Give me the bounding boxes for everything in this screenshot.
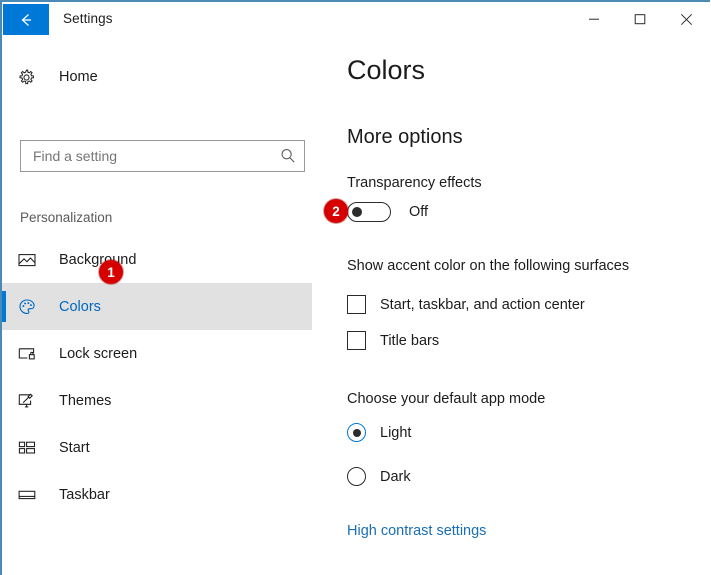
search-icon[interactable] (279, 147, 297, 165)
back-button[interactable] (3, 4, 49, 35)
settings-window: Settings Home Find a setting Personaliza… (0, 0, 711, 575)
maximize-button[interactable] (617, 4, 663, 34)
transparency-effects-row: Off (347, 202, 428, 222)
transparency-effects-label: Transparency effects (347, 175, 482, 191)
content-pane: Colors More options Transparency effects… (332, 36, 710, 575)
sidebar-section-label: Personalization (20, 210, 113, 225)
sidebar-item-label: Start (59, 439, 90, 456)
annotation-badge-1: 1 (99, 260, 123, 284)
radio-label: Dark (380, 468, 411, 485)
transparency-effects-state: Off (409, 204, 429, 220)
sidebar-item-home[interactable]: Home (2, 59, 312, 95)
sidebar-home-label: Home (59, 69, 98, 85)
sidebar-item-label: Background (59, 251, 137, 268)
sidebar-item-lock-screen[interactable]: Lock screen (2, 330, 312, 377)
sidebar-item-label: Lock screen (59, 345, 138, 362)
minimize-icon (588, 13, 600, 25)
sidebar-item-start[interactable]: Start (2, 424, 312, 471)
window-title: Settings (63, 11, 113, 26)
checkbox-row-title-bars[interactable]: Title bars (347, 331, 439, 350)
picture-icon (17, 250, 43, 270)
checkbox-title-bars[interactable] (347, 331, 366, 350)
high-contrast-settings-link[interactable]: High contrast settings (347, 523, 486, 539)
search-box[interactable] (20, 140, 305, 172)
radio-light[interactable] (347, 423, 366, 442)
title-bar: Settings (2, 0, 710, 36)
sidebar-item-themes[interactable]: Themes (2, 377, 312, 424)
radio-row-dark[interactable]: Dark (347, 467, 411, 486)
close-button[interactable] (663, 4, 709, 34)
sidebar-item-colors[interactable]: Colors (2, 283, 312, 330)
sidebar-item-label: Taskbar (59, 486, 110, 503)
annotation-badge-2: 2 (324, 199, 348, 223)
page-title: Colors (347, 55, 426, 85)
radio-dark[interactable] (347, 467, 366, 486)
brush-monitor-icon (17, 391, 43, 411)
search-input[interactable] (21, 141, 273, 171)
maximize-icon (634, 13, 646, 25)
sidebar-item-background[interactable]: Background (2, 236, 312, 283)
accent-surfaces-heading: Show accent color on the following surfa… (347, 258, 630, 274)
more-options-heading: More options (347, 126, 463, 148)
palette-icon (17, 297, 43, 317)
gear-icon (17, 68, 43, 87)
lock-screen-icon (17, 344, 43, 364)
sidebar-nav-list: Background Colors Lock screen Themes Sta… (2, 236, 312, 518)
checkbox-label: Title bars (380, 332, 440, 349)
checkbox-row-start-taskbar-action-center[interactable]: Start, taskbar, and action center (347, 295, 585, 314)
transparency-effects-toggle[interactable] (347, 202, 391, 222)
minimize-button[interactable] (571, 4, 617, 34)
app-mode-heading: Choose your default app mode (347, 391, 546, 407)
taskbar-icon (17, 485, 43, 505)
checkbox-start-taskbar-action-center[interactable] (347, 295, 366, 314)
radio-row-light[interactable]: Light (347, 423, 411, 442)
sidebar: Home Personalization (2, 36, 332, 575)
sidebar-item-taskbar[interactable]: Taskbar (2, 471, 312, 518)
back-arrow-icon (16, 10, 36, 30)
sidebar-item-label: Themes (59, 392, 112, 409)
radio-label: Light (380, 424, 412, 441)
checkbox-label: Start, taskbar, and action center (380, 296, 585, 313)
start-tiles-icon (17, 438, 43, 458)
toggle-knob (352, 207, 362, 217)
sidebar-item-label: Colors (59, 298, 101, 315)
close-icon (680, 13, 693, 26)
